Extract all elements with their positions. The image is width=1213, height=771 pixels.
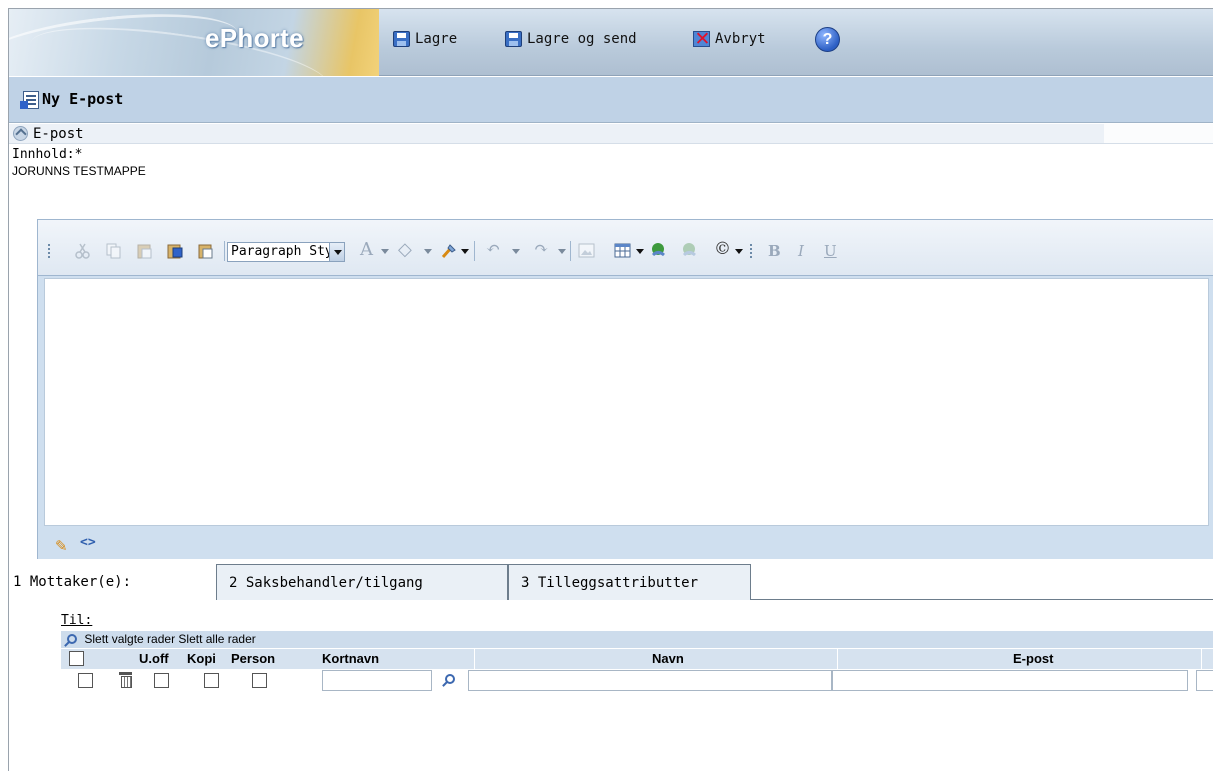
u-off-checkbox[interactable]: [154, 673, 169, 688]
hyperlink-icon[interactable]: [650, 242, 667, 259]
save-and-send-button[interactable]: Lagre og send: [505, 31, 637, 47]
extra-input[interactable]: [1196, 670, 1213, 691]
save-and-send-label: Lagre og send: [527, 31, 637, 47]
column-header-u-off: U.off: [139, 651, 169, 666]
paragraph-style-value: Paragraph Sty: [231, 244, 333, 259]
collapse-icon[interactable]: [13, 126, 28, 141]
bold-icon[interactable]: B: [768, 242, 781, 260]
tab-recipients[interactable]: 1 Mottaker(e):: [9, 564, 216, 601]
trash-icon[interactable]: [119, 672, 132, 688]
highlight-color-icon[interactable]: ◇: [398, 239, 412, 260]
toolbar-grip[interactable]: [48, 244, 50, 258]
kortnavn-input[interactable]: [322, 670, 432, 691]
chevron-down-icon[interactable]: [512, 249, 520, 258]
chevron-down-icon[interactable]: [424, 249, 432, 258]
section-header[interactable]: E-post: [9, 124, 1104, 144]
cancel-x-icon: ✕: [693, 28, 711, 50]
toolbar-grip[interactable]: [750, 244, 752, 258]
image-manager-icon[interactable]: [578, 242, 595, 259]
chevron-down-icon[interactable]: [735, 249, 743, 258]
paste-icon[interactable]: [136, 242, 153, 259]
paste-plain-text-icon[interactable]: [197, 242, 214, 259]
chevron-down-icon[interactable]: [461, 249, 469, 258]
select-all-checkbox[interactable]: [69, 651, 84, 666]
kopi-checkbox[interactable]: [204, 673, 219, 688]
chevron-down-icon[interactable]: [381, 249, 389, 258]
redo-icon[interactable]: ↷: [534, 239, 548, 259]
table-icon[interactable]: [614, 242, 631, 259]
italic-icon[interactable]: I: [798, 242, 804, 260]
column-header-kopi: Kopi: [187, 651, 216, 666]
person-checkbox[interactable]: [252, 673, 267, 688]
chevron-down-icon[interactable]: [329, 243, 344, 261]
copy-icon[interactable]: [105, 242, 122, 259]
tab-additional-attributes[interactable]: 3 Tilleggsattributter: [508, 564, 751, 600]
navn-input[interactable]: [468, 670, 832, 691]
top-toolbar: ePhorte Lagre Lagre og send ✕ Avbryt ?: [9, 9, 1213, 76]
e-post-input[interactable]: [832, 670, 1188, 691]
special-characters-icon[interactable]: ©: [714, 239, 731, 259]
save-label: Lagre: [415, 31, 458, 47]
cancel-label: Avbryt: [715, 31, 766, 47]
tab-case-handler-access[interactable]: 2 Saksbehandler/tilgang: [216, 564, 508, 600]
save-button[interactable]: Lagre: [393, 31, 457, 47]
content-label: Innhold:*: [12, 147, 83, 162]
editor-content-area[interactable]: [44, 278, 1209, 526]
editor-mode-bar: ✎ <>: [38, 528, 1213, 559]
to-label: Til:: [61, 613, 93, 628]
format-stripper-icon[interactable]: [440, 242, 457, 259]
font-color-icon[interactable]: A: [360, 239, 373, 260]
page-title: Ny E-post: [42, 90, 124, 108]
underline-icon[interactable]: U: [824, 242, 837, 260]
section-title: E-post: [33, 126, 84, 142]
column-header-navn: Navn: [652, 651, 684, 666]
cut-icon[interactable]: [74, 242, 91, 259]
chevron-down-icon[interactable]: [558, 249, 566, 258]
column-header-person: Person: [231, 651, 276, 666]
help-icon[interactable]: ?: [815, 27, 840, 52]
rich-text-editor: Paragraph Sty A ◇ ↶ ↷ © B I U ✎ <>: [37, 219, 1213, 559]
column-header-e-post: E-post: [1013, 651, 1054, 666]
remove-link-icon[interactable]: [681, 242, 698, 259]
content-subject-value: JORUNNS TESTMAPPE: [12, 164, 146, 178]
search-icon[interactable]: [445, 674, 455, 684]
table-row: [61, 670, 1213, 694]
tab-strip: 1 Mottaker(e): 2 Saksbehandler/tilgang 3…: [9, 564, 1213, 601]
delete-all-rows-link[interactable]: Slett alle rader: [178, 632, 255, 646]
editor-toolbar: Paragraph Sty A ◇ ↶ ↷ © B I U: [38, 220, 1213, 276]
floppy-disk-icon: [505, 31, 522, 47]
app-window: ePhorte Lagre Lagre og send ✕ Avbryt ? N…: [8, 8, 1213, 771]
row-select-checkbox[interactable]: [78, 673, 93, 688]
recipients-table-header: U.off Kopi Person Kortnavn Navn E-post: [61, 649, 1213, 669]
brand-name: ePhorte: [205, 23, 304, 53]
delete-selected-rows-link[interactable]: Slett valgte rader: [84, 632, 175, 646]
chevron-down-icon[interactable]: [636, 249, 644, 258]
undo-icon[interactable]: ↶: [486, 239, 500, 259]
recipient-actions-bar: Slett valgte rader Slett alle rader: [61, 631, 1213, 648]
paragraph-style-dropdown[interactable]: Paragraph Sty: [227, 242, 345, 262]
ephorte-logo: ePhorte: [9, 9, 379, 76]
floppy-disk-icon: [393, 31, 410, 47]
document-icon: [20, 91, 39, 109]
paste-from-word-icon[interactable]: [166, 242, 183, 259]
page-title-bar: Ny E-post: [9, 77, 1213, 123]
pencil-icon[interactable]: ✎: [55, 537, 68, 555]
cancel-button[interactable]: ✕ Avbryt: [693, 28, 766, 50]
html-mode-icon[interactable]: <>: [80, 535, 96, 550]
search-icon[interactable]: [67, 634, 77, 644]
column-header-kortnavn: Kortnavn: [322, 651, 380, 666]
